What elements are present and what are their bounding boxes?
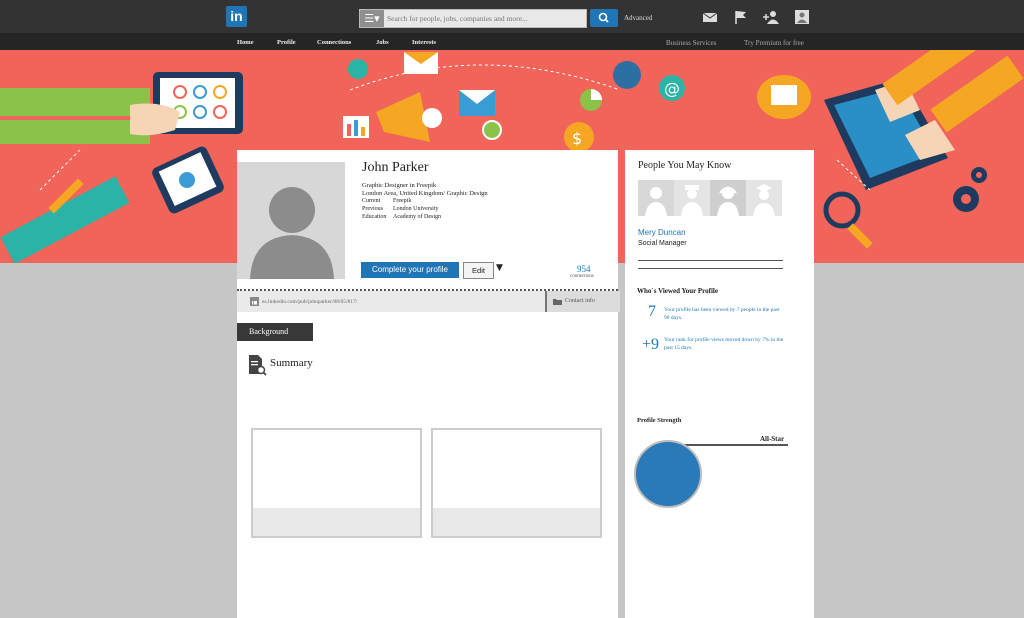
- business-services-link[interactable]: Business Services: [666, 39, 716, 47]
- linkedin-logo[interactable]: in: [226, 6, 247, 27]
- main-nav: Home Profile Connections Jobs Interests …: [0, 33, 1024, 50]
- complete-profile-button[interactable]: Complete your profile: [361, 262, 459, 278]
- background-tab[interactable]: Background: [237, 323, 313, 341]
- profile-current: Current Freepik: [362, 198, 411, 204]
- person-avatar-icon[interactable]: [674, 180, 710, 216]
- mail-icon[interactable]: [702, 10, 718, 24]
- menu-icon[interactable]: ☰▾: [360, 10, 384, 27]
- profile-headline: Graphic Designer in Freepik London Area,…: [362, 182, 488, 198]
- person-avatar-icon[interactable]: [746, 180, 782, 216]
- profile-strength-gauge[interactable]: [634, 440, 702, 508]
- nav-profile[interactable]: Profile: [277, 39, 296, 46]
- user-silhouette-icon: [250, 187, 334, 279]
- media-card[interactable]: [431, 428, 602, 538]
- nav-connections[interactable]: Connections: [317, 39, 351, 46]
- svg-text:$: $: [572, 129, 582, 148]
- profile-title: Graphic Designer in Freepik: [362, 182, 437, 189]
- suggested-person-role: Social Manager: [638, 240, 687, 247]
- nav-jobs[interactable]: Jobs: [376, 39, 389, 46]
- chevron-down-icon[interactable]: ▼: [496, 263, 503, 273]
- who-viewed-title: Who`s Viewed Your Profile: [637, 287, 718, 295]
- media-card-footer: [433, 508, 600, 536]
- views-number[interactable]: 7: [648, 303, 656, 321]
- contact-info-button[interactable]: Contact info: [545, 291, 620, 312]
- divider: [638, 260, 783, 261]
- profile-education: Education Academy of Design: [362, 214, 441, 220]
- edit-button[interactable]: Edit: [463, 262, 494, 279]
- previous-value: London University: [393, 206, 439, 212]
- suggested-person-name[interactable]: Mery Duncan: [638, 228, 686, 237]
- svg-text:@: @: [664, 79, 680, 98]
- flag-icon[interactable]: [733, 10, 749, 24]
- search-button[interactable]: [590, 9, 618, 27]
- premium-link[interactable]: Try Premium for free: [744, 39, 804, 47]
- connections-label: connections: [570, 274, 594, 279]
- profile-strength-title: Profile Strength: [637, 417, 682, 424]
- account-icon[interactable]: [794, 10, 810, 24]
- linkedin-small-icon: [250, 297, 259, 306]
- profile-name: John Parker: [362, 160, 429, 175]
- education-label: Education: [362, 214, 387, 220]
- contact-info-label: Contact info: [565, 298, 595, 304]
- education-value: Academy of Design: [393, 214, 441, 220]
- add-connection-icon[interactable]: [763, 10, 779, 24]
- document-search-icon: [249, 355, 267, 376]
- public-url[interactable]: es.linkedin.com/pub/johnparker/08/65/817…: [262, 299, 357, 305]
- search-icon: [598, 12, 609, 23]
- views-text[interactable]: Your profile has been viewed by 7 people…: [664, 306, 784, 322]
- summary-heading: Summary: [270, 357, 313, 369]
- search-box: ☰▾: [359, 9, 587, 28]
- divider: [638, 268, 783, 269]
- media-card-footer: [253, 508, 420, 536]
- person-avatar-icon[interactable]: [710, 180, 746, 216]
- nav-home[interactable]: Home: [237, 39, 254, 46]
- people-you-may-know-title: People You May Know: [638, 160, 732, 171]
- profile-card: John Parker Graphic Designer in Freepik …: [237, 150, 620, 618]
- profile-location: London Area, United Kingdom/ Graphic Des…: [362, 190, 488, 197]
- top-bar: in ☰▾ Advanced: [0, 0, 1024, 33]
- rank-number[interactable]: +9: [642, 336, 659, 354]
- media-card[interactable]: [251, 428, 422, 538]
- previous-label: Previous: [362, 206, 383, 212]
- person-avatar-icon[interactable]: [638, 180, 674, 216]
- right-sidebar: People You May Know Mery Duncan Social M…: [625, 150, 814, 618]
- search-input[interactable]: [387, 10, 582, 27]
- current-value: Freepik: [393, 198, 412, 204]
- profile-previous: Previous London University: [362, 206, 439, 212]
- advanced-search-link[interactable]: Advanced: [624, 14, 652, 22]
- strength-indicator-line: [685, 444, 788, 446]
- connections-count[interactable]: 954: [577, 264, 591, 274]
- rank-text[interactable]: Your rank for profile views moved down b…: [664, 336, 784, 352]
- profile-photo[interactable]: [237, 162, 345, 279]
- profile-strength-level: All-Star: [760, 435, 785, 443]
- current-label: Current: [362, 198, 381, 204]
- folder-icon: [553, 299, 562, 305]
- nav-interests[interactable]: Interests: [412, 39, 436, 46]
